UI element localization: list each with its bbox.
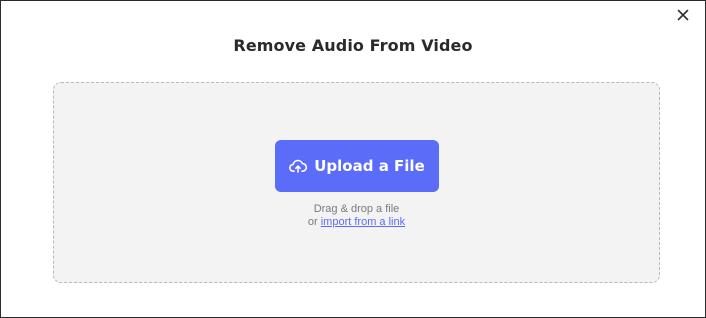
dropzone-hint: Drag & drop a file or import from a link <box>54 203 659 229</box>
upload-file-label: Upload a File <box>314 157 425 175</box>
dialog-title: Remove Audio From Video <box>233 36 473 55</box>
upload-file-button[interactable]: Upload a File <box>275 140 439 192</box>
cloud-upload-icon <box>289 159 308 173</box>
close-button[interactable] <box>674 6 692 24</box>
file-dropzone[interactable]: Upload a File Drag & drop a file or impo… <box>53 82 660 283</box>
drag-drop-text: Drag & drop a file <box>313 203 400 215</box>
import-line: or import from a link <box>54 216 659 229</box>
remove-audio-dialog: Remove Audio From Video Upload a File Dr… <box>0 0 706 318</box>
or-text: or <box>307 216 318 228</box>
close-icon <box>677 9 689 21</box>
import-from-link[interactable]: import from a link <box>321 216 405 228</box>
